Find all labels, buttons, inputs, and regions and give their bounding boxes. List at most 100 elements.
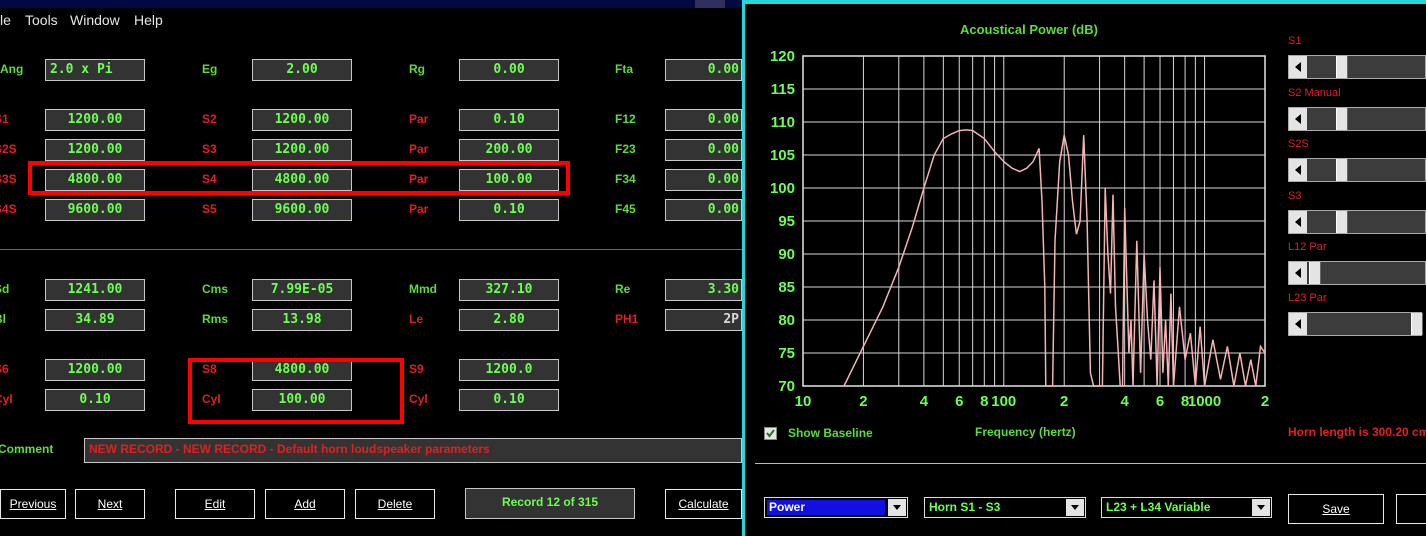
field-s4s[interactable]: 9600.00: [45, 199, 145, 221]
x-tick-label: 2: [1060, 393, 1068, 410]
field-f45[interactable]: 0.00: [665, 199, 742, 221]
highlight-box-s8-cyl: [188, 358, 404, 424]
delete-button[interactable]: Delete: [355, 489, 435, 519]
label-f34: F34: [615, 172, 636, 186]
edit-button-label: Edit: [204, 497, 226, 511]
slider-thumb[interactable]: [1335, 108, 1348, 130]
arrow-left-icon[interactable]: [1289, 262, 1307, 284]
horn-select[interactable]: Horn S1 - S3: [924, 497, 1086, 518]
arrow-left-icon[interactable]: [1289, 56, 1307, 78]
field-fta[interactable]: 0.00: [665, 59, 742, 81]
slider-label: S2S: [1288, 138, 1309, 150]
label-cms: Cms: [202, 282, 229, 296]
label-f45: F45: [615, 202, 636, 216]
add-button-label: Add: [294, 497, 316, 511]
slider-s3[interactable]: [1288, 210, 1426, 234]
highlight-box-s3s-row: [28, 161, 570, 195]
previous-button-label: Previous: [9, 497, 57, 511]
field-s1[interactable]: 1200.00: [45, 109, 145, 131]
slider-thumb[interactable]: [1335, 56, 1348, 78]
save-button[interactable]: Save: [1288, 494, 1384, 524]
y-tick-label: 120: [770, 48, 795, 65]
field-ph1[interactable]: 2P: [665, 309, 742, 331]
arrow-left-icon[interactable]: [1289, 108, 1307, 130]
field-cyl-3[interactable]: 0.10: [459, 389, 559, 411]
menu-help[interactable]: Help: [134, 12, 163, 28]
field-par-1[interactable]: 0.10: [459, 109, 559, 131]
slider-label: S2 Manual: [1288, 87, 1341, 99]
label-rms: Rms: [202, 312, 229, 326]
add-button[interactable]: Add: [265, 489, 345, 519]
calculate-button[interactable]: Calculate: [665, 489, 742, 519]
menu-file[interactable]: le: [0, 12, 11, 28]
slider-s1[interactable]: [1288, 55, 1426, 79]
field-s2s[interactable]: 1200.00: [45, 139, 145, 161]
horn-select-value: Horn S1 - S3: [929, 500, 1001, 514]
slider-thumb[interactable]: [1309, 262, 1321, 284]
field-cyl-1[interactable]: 0.10: [45, 389, 145, 411]
field-eg[interactable]: 2.00: [252, 59, 352, 81]
label-fta: Fta: [615, 62, 633, 76]
field-bl[interactable]: 34.89: [45, 309, 145, 331]
slider-thumb[interactable]: [1335, 211, 1348, 233]
chevron-down-icon: [1066, 499, 1084, 516]
field-cms[interactable]: 7.99E-05: [252, 279, 352, 301]
field-par-4[interactable]: 0.10: [459, 199, 559, 221]
label-s9: S9: [409, 362, 424, 376]
label-sd: Sd: [0, 282, 10, 296]
slider-l23-par[interactable]: [1288, 312, 1423, 336]
menu-tools[interactable]: Tools: [25, 12, 58, 28]
next-button[interactable]: Next: [75, 489, 145, 519]
field-re[interactable]: 3.30: [665, 279, 742, 301]
label-s3: S3: [202, 142, 217, 156]
field-rg[interactable]: 0.00: [459, 59, 559, 81]
slider-s2s[interactable]: [1288, 158, 1426, 182]
slider-thumb[interactable]: [1411, 313, 1423, 335]
field-s3[interactable]: 1200.00: [252, 139, 352, 161]
field-sd[interactable]: 1241.00: [45, 279, 145, 301]
field-le[interactable]: 2.80: [459, 309, 559, 331]
arrow-left-icon[interactable]: [1289, 159, 1307, 181]
field-rms[interactable]: 13.98: [252, 309, 352, 331]
previous-button[interactable]: Previous: [0, 489, 66, 519]
power-select-value: Power: [767, 500, 885, 515]
power-select[interactable]: Power: [764, 497, 908, 518]
variable-select[interactable]: L23 + L34 Variable: [1101, 497, 1272, 518]
field-ang[interactable]: 2.0 x Pi: [45, 59, 145, 81]
slider-label: L23 Par: [1288, 292, 1327, 304]
edit-button[interactable]: Edit: [175, 489, 255, 519]
label-ang: Ang: [0, 62, 24, 76]
field-mmd[interactable]: 327.10: [459, 279, 559, 301]
y-tick-label: 115: [771, 81, 795, 98]
field-f12[interactable]: 0.00: [665, 109, 742, 131]
delete-button-label: Delete: [377, 497, 413, 511]
field-s9[interactable]: 1200.0: [459, 359, 559, 381]
label-le: Le: [409, 312, 424, 326]
y-tick-label: 100: [770, 180, 795, 197]
slider-l12-par[interactable]: [1288, 261, 1426, 285]
x-tick-label: 2: [1261, 393, 1269, 410]
label-ph1: PH1: [615, 312, 639, 326]
field-s2[interactable]: 1200.00: [252, 109, 352, 131]
show-baseline-checkbox[interactable]: [764, 427, 777, 440]
chevron-down-icon: [1252, 499, 1270, 516]
bottom-divider: [755, 463, 1426, 464]
field-par-2[interactable]: 200.00: [459, 139, 559, 161]
comment-field[interactable]: NEW RECORD - NEW RECORD - Default horn l…: [84, 438, 742, 463]
field-s5[interactable]: 9600.00: [252, 199, 352, 221]
slider-thumb[interactable]: [1335, 159, 1348, 181]
field-f23[interactable]: 0.00: [665, 139, 742, 161]
field-s6[interactable]: 1200.00: [45, 359, 145, 381]
menu-window[interactable]: Window: [70, 12, 120, 28]
arrow-left-icon[interactable]: [1289, 313, 1307, 335]
x-tick-label: 6: [955, 393, 963, 410]
slider-label: S1: [1288, 35, 1302, 47]
slider-s2-manual[interactable]: [1288, 107, 1426, 131]
extra-button[interactable]: [1396, 494, 1426, 524]
label-s3s: S3S: [0, 172, 17, 186]
x-tick-label: 1000: [1188, 393, 1221, 410]
title-strip-accent: [695, 0, 725, 8]
arrow-left-icon[interactable]: [1289, 211, 1307, 233]
field-f34[interactable]: 0.00: [665, 169, 742, 191]
x-tick-label: 100: [991, 393, 1016, 410]
